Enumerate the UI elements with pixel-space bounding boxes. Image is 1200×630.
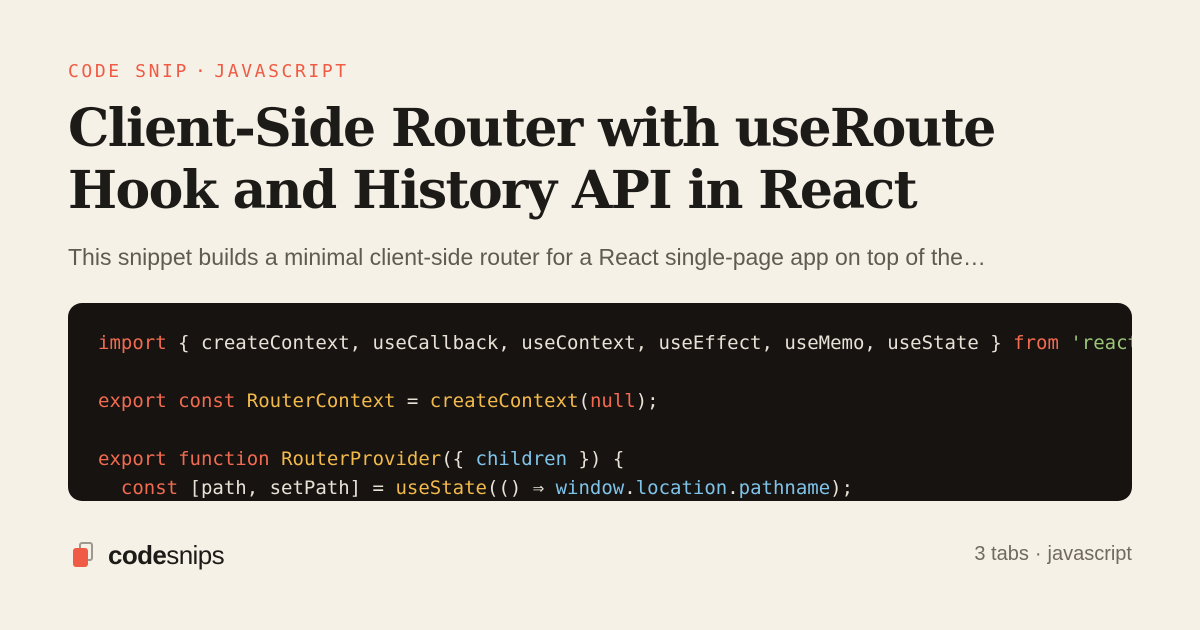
code-token: export bbox=[98, 390, 167, 412]
code-preview-card: import { createContext, useCallback, use… bbox=[68, 303, 1132, 501]
brand-logo[interactable]: codesnips bbox=[72, 539, 225, 571]
eyebrow-separator: · bbox=[194, 61, 209, 82]
code-token: function bbox=[178, 448, 270, 470]
snippet-pages-icon bbox=[72, 542, 94, 568]
brand-name: codesnips bbox=[108, 539, 225, 571]
code-token: window bbox=[555, 477, 625, 499]
code-token: pathname bbox=[738, 477, 831, 499]
snippet-description: This snippet builds a minimal client-sid… bbox=[68, 244, 986, 270]
meta-separator: · bbox=[1034, 543, 1042, 565]
code-token: RouterProvider bbox=[281, 448, 442, 470]
code-token: 'react' bbox=[1070, 332, 1132, 354]
brand-name-light: snips bbox=[166, 539, 224, 570]
code-token: = bbox=[395, 390, 430, 412]
code-token: RouterContext bbox=[246, 390, 396, 412]
code-token: children bbox=[475, 448, 568, 470]
code-token: location bbox=[635, 477, 728, 499]
code-token: from bbox=[1013, 332, 1059, 354]
code-token: [path, setPath] = bbox=[178, 477, 396, 499]
code-token: export bbox=[98, 448, 167, 470]
code-token: const bbox=[178, 390, 236, 412]
brand-name-bold: code bbox=[108, 539, 167, 570]
code-token: createContext bbox=[429, 390, 579, 412]
code-token: useState bbox=[395, 477, 487, 499]
code-block: import { createContext, useCallback, use… bbox=[98, 329, 1132, 501]
code-line: const [path, setPath] = useState(() ⇒ wi… bbox=[98, 477, 853, 499]
code-line: export function RouterProvider({ childre… bbox=[98, 448, 624, 470]
page-title: Client-Side Router with useRoute Hook an… bbox=[68, 98, 996, 221]
code-token: }) { bbox=[567, 448, 625, 470]
code-token: (() ⇒ bbox=[486, 477, 556, 499]
code-token: ({ bbox=[441, 448, 476, 470]
tab-count: 3 tabs bbox=[974, 543, 1029, 565]
code-token: ); bbox=[635, 390, 659, 412]
code-token: . bbox=[727, 477, 739, 499]
code-line: export const RouterContext = createConte… bbox=[98, 390, 659, 412]
code-line: import { createContext, useCallback, use… bbox=[98, 332, 1132, 354]
eyebrow-label: CODE SNIP · JAVASCRIPT bbox=[68, 61, 349, 82]
meta-language: javascript bbox=[1047, 543, 1132, 565]
eyebrow-language: JAVASCRIPT bbox=[214, 61, 349, 82]
code-token: import bbox=[98, 332, 167, 354]
code-token: null bbox=[589, 390, 636, 412]
code-token: . bbox=[624, 477, 636, 499]
code-token: const bbox=[120, 477, 179, 499]
code-token: { createContext, useCallback, useContext… bbox=[166, 332, 1014, 354]
snippet-meta: 3 tabs · javascript bbox=[974, 543, 1132, 566]
eyebrow-category: CODE SNIP bbox=[68, 61, 189, 82]
code-token: ( bbox=[578, 390, 590, 412]
code-token: ); bbox=[830, 477, 854, 499]
